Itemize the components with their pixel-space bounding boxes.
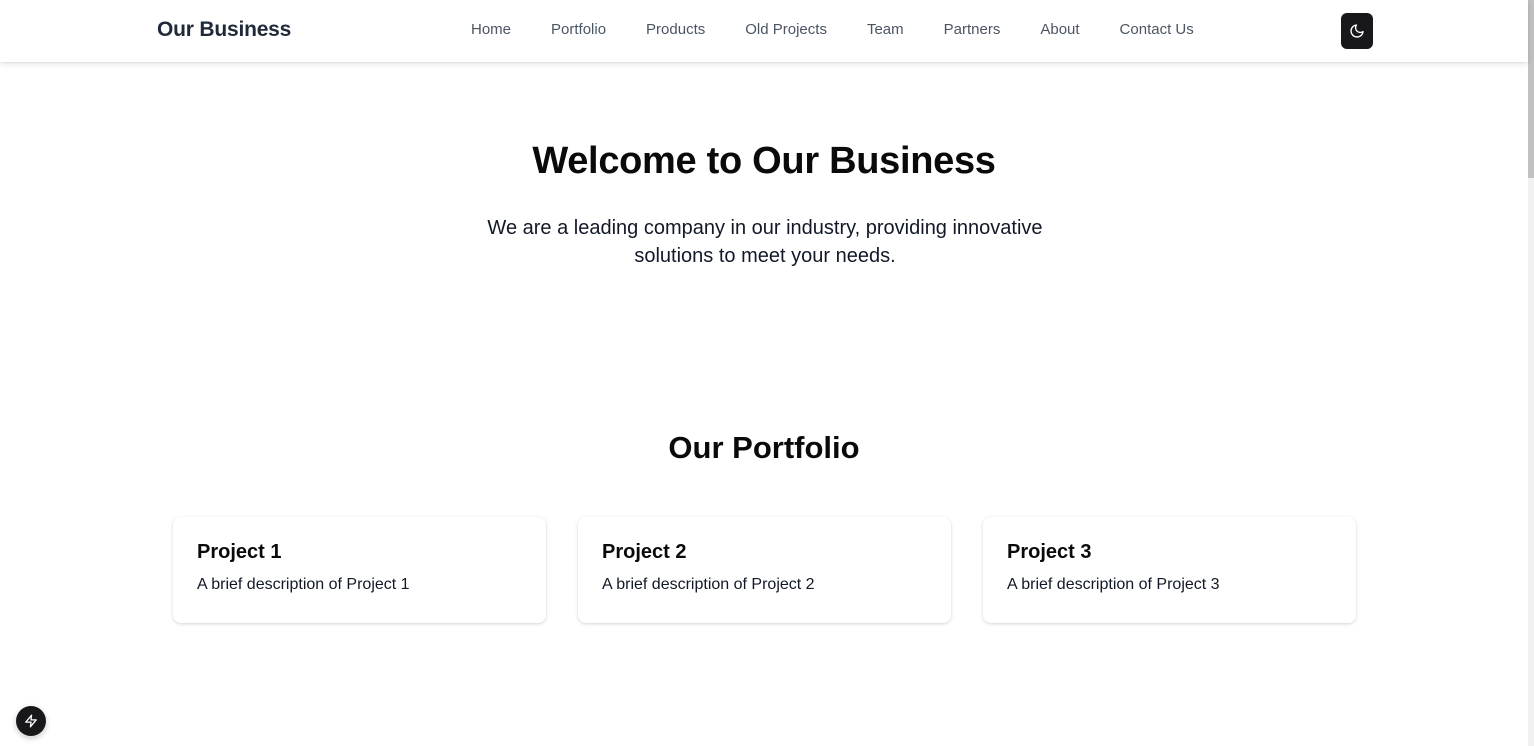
nav-link-portfolio[interactable]: Portfolio [551, 21, 606, 38]
main-nav: Home Portfolio Products Old Projects Tea… [471, 21, 1194, 38]
project-card[interactable]: Project 2 A brief description of Project… [578, 517, 951, 623]
brand-logo[interactable]: Our Business [157, 18, 291, 42]
page: Our Business Home Portfolio Products Old… [0, 0, 1534, 746]
nav-link-partners[interactable]: Partners [944, 21, 1001, 38]
site-header: Our Business Home Portfolio Products Old… [0, 0, 1528, 62]
lightning-icon [25, 714, 37, 728]
hero-subtitle: We are a leading company in our industry… [487, 217, 1043, 267]
project-title: Project 3 [1007, 541, 1092, 563]
project-title: Project 1 [197, 541, 282, 563]
theme-toggle-button[interactable] [1341, 13, 1373, 49]
nav-link-team[interactable]: Team [867, 21, 904, 38]
project-description: A brief description of Project 3 [1007, 576, 1220, 593]
nav-link-contact-us[interactable]: Contact Us [1120, 21, 1194, 38]
nav-link-about[interactable]: About [1040, 21, 1079, 38]
scrollbar-thumb[interactable] [1528, 0, 1534, 178]
project-description: A brief description of Project 1 [197, 576, 410, 593]
dev-tools-badge[interactable] [16, 706, 46, 736]
nav-link-old-projects[interactable]: Old Projects [745, 21, 827, 38]
project-card[interactable]: Project 1 A brief description of Project… [173, 517, 546, 623]
project-title: Project 2 [602, 541, 687, 563]
page-scrollbar[interactable] [1528, 0, 1534, 746]
project-card[interactable]: Project 3 A brief description of Project… [983, 517, 1356, 623]
portfolio-cards: Project 1 A brief description of Project… [173, 517, 1356, 623]
nav-link-products[interactable]: Products [646, 21, 705, 38]
portfolio-title: Our Portfolio [668, 430, 860, 465]
project-description: A brief description of Project 2 [602, 576, 815, 593]
hero-title: Welcome to Our Business [532, 140, 996, 182]
moon-icon [1350, 24, 1364, 38]
nav-link-home[interactable]: Home [471, 21, 511, 38]
